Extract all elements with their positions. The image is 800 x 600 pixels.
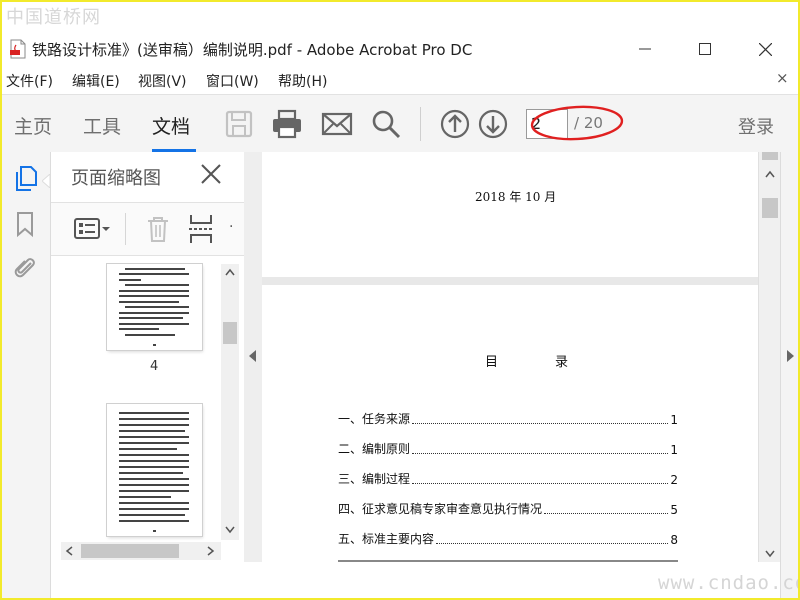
page-thumbnails-icon[interactable] xyxy=(11,164,39,192)
options-menu-icon[interactable] xyxy=(73,215,113,243)
maximize-icon xyxy=(699,43,711,55)
collapse-left-icon[interactable] xyxy=(249,350,257,362)
active-panel-pointer-icon xyxy=(42,174,50,188)
previous-page-icon[interactable] xyxy=(438,107,472,141)
panel-title: 页面缩略图 xyxy=(71,168,161,189)
bookmark-icon[interactable] xyxy=(11,210,39,238)
toc-entry[interactable]: 四、征求意见稿专家审查意见执行情况 5 xyxy=(338,500,678,517)
menu-window[interactable]: 窗口(W) xyxy=(206,71,259,91)
print-icon[interactable] xyxy=(270,107,304,141)
thumbnail-vertical-scrollbar[interactable] xyxy=(221,264,239,540)
left-navigation-rail xyxy=(2,152,51,598)
menu-view[interactable]: 视图(V) xyxy=(138,71,187,91)
toc-entry[interactable]: 一、任务来源 1 xyxy=(338,410,678,427)
tab-home[interactable]: 主页 xyxy=(14,112,52,139)
toc-entry[interactable]: 三、编制过程 2 xyxy=(338,470,678,487)
right-pane-strip[interactable] xyxy=(780,152,798,598)
scroll-right-icon[interactable] xyxy=(207,546,215,556)
menu-bar: 文件(F) 编辑(E) 视图(V) 窗口(W) 帮助(H) × xyxy=(2,68,798,94)
delete-page-icon[interactable] xyxy=(145,215,171,243)
document-scroll-thumb[interactable] xyxy=(762,198,778,218)
collapse-panel-strip[interactable] xyxy=(244,152,262,562)
close-panel-icon[interactable] xyxy=(197,160,225,188)
save-icon[interactable] xyxy=(222,107,256,141)
pdf-file-icon xyxy=(10,39,26,59)
close-window-button[interactable] xyxy=(742,32,788,66)
tab-tools[interactable]: 工具 xyxy=(83,112,121,139)
highlight-annotation-ellipse xyxy=(530,105,624,141)
scroll-up-icon[interactable] xyxy=(225,268,235,276)
scroll-down-icon[interactable] xyxy=(225,526,235,534)
login-link[interactable]: 登录 xyxy=(738,113,774,139)
document-scroll-top-cap xyxy=(762,152,778,160)
menu-help[interactable]: 帮助(H) xyxy=(278,71,327,91)
close-document-button[interactable]: × xyxy=(776,69,789,87)
doc-scroll-up-icon[interactable] xyxy=(765,170,775,178)
thumbnail-page-label: 4 xyxy=(150,359,159,374)
document-page-1: 2018 年 10 月 xyxy=(262,152,758,277)
tab-document[interactable]: 文档 xyxy=(152,112,190,139)
minimize-button[interactable] xyxy=(622,32,668,66)
horizontal-scroll-thumb[interactable] xyxy=(81,544,179,558)
thumbnail-panel: 页面缩略图 · 4 xyxy=(51,152,244,562)
document-page-2: 目 录 一、任务来源 1 二、编制原则 1 三、编制过程 2 四、征求意见稿专家审查意… xyxy=(262,285,758,562)
document-vertical-scrollbar[interactable] xyxy=(758,152,781,562)
minimize-icon xyxy=(639,48,651,50)
screenshot-frame: 中国道桥网 铁路设计标准》(送审稿）编制说明.pdf - Adobe Acrob… xyxy=(0,0,800,600)
expand-right-pane-icon[interactable] xyxy=(786,350,794,362)
scroll-left-icon[interactable] xyxy=(65,546,73,556)
thumbnail-horizontal-scrollbar[interactable] xyxy=(61,542,221,560)
watermark-top-left: 中国道桥网 xyxy=(6,7,101,28)
search-icon[interactable] xyxy=(369,107,403,141)
menu-edit[interactable]: 编辑(E) xyxy=(72,71,120,91)
maximize-button[interactable] xyxy=(682,32,728,66)
attachment-icon[interactable] xyxy=(11,254,39,282)
watermark-bottom-right: www.cndao.com xyxy=(658,572,798,594)
toc-entry[interactable]: 五、标准主要内容 8 xyxy=(338,530,678,547)
more-tools-indicator[interactable]: · xyxy=(229,219,233,235)
close-icon xyxy=(758,42,772,56)
thumbnail-page-5[interactable] xyxy=(107,404,202,536)
thumbnail-scroll-thumb[interactable] xyxy=(223,322,237,344)
thumbnail-tools: · xyxy=(51,202,244,256)
document-view: 2018 年 10 月 目 录 一、任务来源 1 二、编制原则 1 三、编制过程 2 … xyxy=(262,152,758,562)
title-bar: 铁路设计标准》(送审稿）编制说明.pdf - Adobe Acrobat Pro… xyxy=(2,32,798,66)
page-date: 2018 年 10 月 xyxy=(475,190,557,204)
toolbar: 主页 工具 文档 2 / 20 登录 xyxy=(2,94,798,154)
menu-file[interactable]: 文件(F) xyxy=(6,71,53,91)
thumbnail-page-4[interactable] xyxy=(107,264,202,350)
insert-page-icon[interactable] xyxy=(187,213,215,245)
toolbar-separator xyxy=(420,107,421,141)
email-icon[interactable] xyxy=(320,107,354,141)
doc-scroll-down-icon[interactable] xyxy=(765,550,775,558)
next-page-icon[interactable] xyxy=(476,107,510,141)
tools-separator xyxy=(125,213,126,245)
toc-entry[interactable]: 二、编制原则 1 xyxy=(338,440,678,457)
toc-heading: 目 录 xyxy=(485,355,591,370)
window-title: 铁路设计标准》(送审稿）编制说明.pdf - Adobe Acrobat Pro… xyxy=(32,41,473,59)
